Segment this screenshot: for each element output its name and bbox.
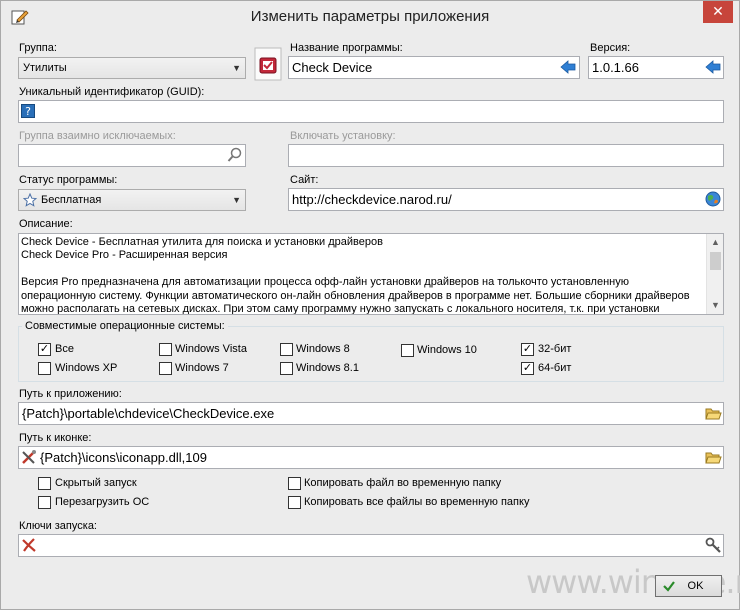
os-checkbox-all[interactable]: ✓ — [38, 343, 51, 356]
scroll-down-icon[interactable]: ▼ — [707, 297, 723, 314]
folder-open-icon[interactable] — [705, 450, 722, 465]
include-install-input[interactable] — [288, 144, 724, 167]
program-name-input[interactable]: Check Device — [288, 56, 580, 79]
description-text: Check Device - Бесплатная утилита для по… — [21, 236, 690, 315]
exclusive-group-label: Группа взаимно исключаемых: — [19, 130, 176, 142]
guid-label: Уникальный идентификатор (GUID): — [19, 86, 205, 98]
copy-all-files-temp-checkbox[interactable] — [288, 496, 301, 509]
folder-open-icon[interactable] — [705, 406, 722, 421]
os-checkbox-win8[interactable] — [280, 343, 293, 356]
icon-path-label: Путь к иконке: — [19, 432, 92, 444]
include-install-label: Включать установку: — [290, 130, 396, 142]
os-checkbox-64bit[interactable]: ✓ — [521, 362, 534, 375]
ok-button-label: OK — [687, 580, 704, 592]
version-input[interactable]: 1.0.1.66 — [588, 56, 724, 79]
svg-text:?: ? — [25, 105, 31, 118]
help-question-icon: ? — [21, 104, 35, 118]
os-checkbox-win7-label: Windows 7 — [175, 362, 229, 374]
window-title: Изменить параметры приложения — [250, 8, 490, 25]
app-path-input[interactable]: {Patch}\portable\chdevice\CheckDevice.ex… — [18, 402, 724, 425]
os-checkbox-xp[interactable] — [38, 362, 51, 375]
title-bar: Изменить параметры приложения ✕ — [1, 1, 739, 33]
version-label: Версия: — [590, 42, 631, 54]
os-checkbox-win8-label: Windows 8 — [296, 343, 350, 355]
arrow-left-icon[interactable] — [560, 60, 576, 74]
group-select[interactable]: Утилиты ▼ — [18, 57, 246, 79]
chevron-down-icon: ▼ — [232, 195, 241, 205]
description-textarea[interactable]: Check Device - Бесплатная утилита для по… — [18, 233, 724, 315]
launch-keys-label: Ключи запуска: — [19, 520, 97, 532]
os-checkbox-64bit-label: 64-бит — [538, 362, 572, 374]
globe-icon[interactable] — [705, 191, 721, 207]
os-checkbox-32bit[interactable]: ✓ — [521, 343, 534, 356]
os-checkbox-win81-label: Windows 8.1 — [296, 362, 359, 374]
launch-keys-input[interactable] — [18, 534, 724, 557]
os-checkbox-xp-label: Windows XP — [55, 362, 118, 374]
guid-input[interactable] — [18, 100, 724, 123]
checkmark-icon — [663, 581, 675, 592]
program-name-label: Название программы: — [290, 42, 403, 54]
os-checkbox-win10[interactable] — [401, 344, 414, 357]
os-checkbox-vista-label: Windows Vista — [175, 343, 247, 355]
os-group-box — [18, 326, 724, 382]
os-checkbox-win81[interactable] — [280, 362, 293, 375]
star-icon — [23, 193, 37, 207]
hidden-launch-checkbox[interactable] — [38, 477, 51, 490]
os-checkbox-win10-label: Windows 10 — [417, 344, 477, 356]
close-button[interactable]: ✕ — [703, 1, 733, 23]
hidden-launch-label: Скрытый запуск — [55, 477, 137, 489]
copy-file-temp-label: Копировать файл во временную папку — [304, 477, 502, 489]
os-checkbox-win7[interactable] — [159, 362, 172, 375]
status-select[interactable]: Бесплатная ▼ — [18, 189, 246, 211]
copy-all-files-temp-label: Копировать все файлы во временную папку — [304, 496, 530, 508]
scroll-up-icon[interactable]: ▲ — [707, 234, 723, 251]
search-icon[interactable] — [227, 147, 243, 163]
icon-path-input[interactable]: {Patch}\icons\iconapp.dll,109 — [18, 446, 724, 469]
dialog-window: Изменить параметры приложения ✕ Группа: … — [0, 0, 740, 610]
app-path-label: Путь к приложению: — [19, 388, 122, 400]
wrench-key-icon[interactable] — [705, 537, 722, 553]
exclusive-group-input[interactable] — [18, 144, 246, 167]
copy-file-temp-checkbox[interactable] — [288, 477, 301, 490]
chevron-down-icon: ▼ — [232, 63, 241, 73]
ok-button[interactable]: OK — [655, 575, 722, 597]
arrow-left-icon[interactable] — [705, 60, 721, 74]
os-checkbox-32bit-label: 32-бит — [538, 343, 572, 355]
os-checkbox-vista[interactable] — [159, 343, 172, 356]
description-label: Описание: — [19, 218, 73, 230]
status-select-value: Бесплатная — [41, 194, 102, 206]
group-label: Группа: — [19, 42, 57, 54]
site-label: Сайт: — [290, 174, 319, 186]
os-group-title: Совместимые операционные системы: — [22, 320, 228, 332]
program-icon-button[interactable] — [254, 47, 282, 81]
os-checkbox-all-label: Все — [55, 343, 74, 355]
scroll-thumb[interactable] — [710, 252, 721, 270]
status-label: Статус программы: — [19, 174, 118, 186]
site-input[interactable]: http://checkdevice.narod.ru/ — [288, 188, 724, 211]
red-cross-icon — [22, 538, 36, 552]
vertical-scrollbar[interactable]: ▲ ▼ — [706, 234, 723, 314]
group-select-value: Утилиты — [23, 62, 67, 74]
tools-icon — [22, 450, 36, 464]
reboot-os-label: Перезагрузить ОС — [55, 496, 150, 508]
reboot-os-checkbox[interactable] — [38, 496, 51, 509]
